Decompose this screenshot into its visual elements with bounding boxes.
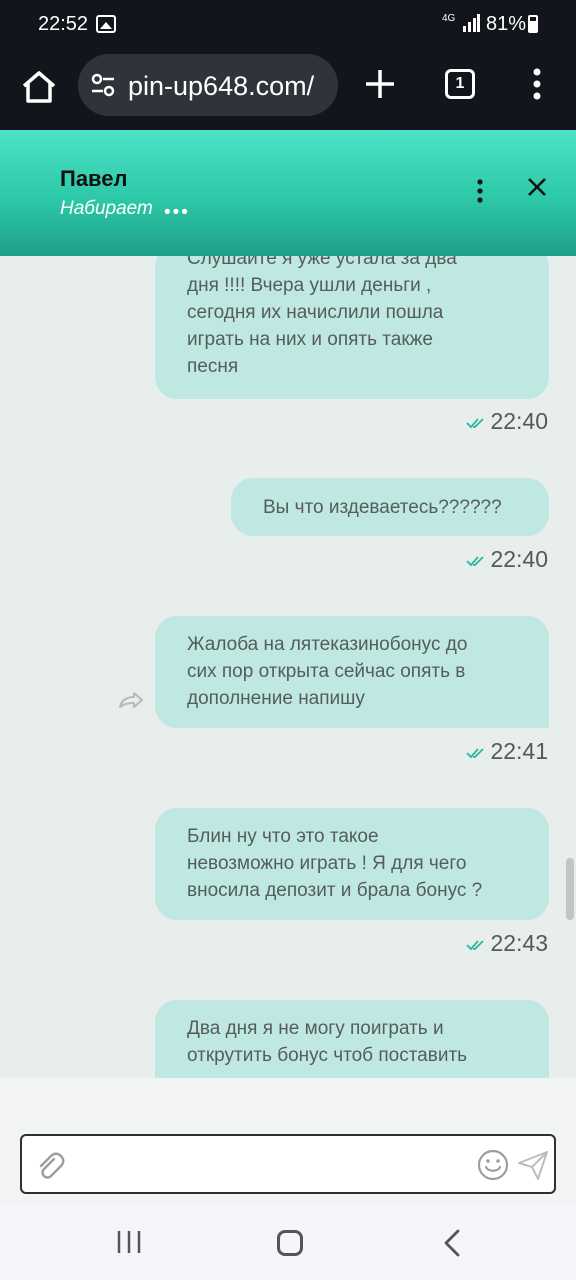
- emoji-icon[interactable]: [476, 1148, 510, 1182]
- message-time-text: 22:41: [490, 738, 548, 764]
- message-bubble[interactable]: Вы что издеваетесь??????: [231, 478, 549, 536]
- message-list[interactable]: Слушайте я уже устала за два дня !!!! Вч…: [0, 256, 576, 1078]
- chat-menu-icon[interactable]: [470, 178, 490, 204]
- typing-dots: •••: [164, 202, 190, 223]
- read-ticks-icon: [466, 748, 485, 759]
- message-composer: [20, 1134, 556, 1194]
- status-time: 22:52: [38, 13, 89, 35]
- chat-header: Павел Набирает •••: [0, 130, 576, 256]
- network-type: 4G: [442, 13, 456, 24]
- tab-switcher-button[interactable]: 1: [445, 69, 475, 99]
- read-ticks-icon: [466, 556, 485, 567]
- message-time: 22:43: [466, 930, 548, 957]
- message-time-text: 22:40: [490, 408, 548, 434]
- typing-status: Набирает: [60, 198, 153, 219]
- message-bubble[interactable]: Два дня я не могу поиграть и открутить б…: [155, 1000, 549, 1078]
- scrollbar-thumb[interactable]: [566, 858, 574, 920]
- system-nav-bar: [0, 1204, 576, 1280]
- contact-name: Павел: [60, 166, 128, 191]
- send-icon[interactable]: [516, 1148, 550, 1182]
- message-input[interactable]: [80, 1146, 460, 1186]
- message-time: 22:41: [466, 738, 548, 765]
- read-ticks-icon: [466, 940, 485, 951]
- signal-icon: [463, 14, 480, 32]
- home-icon[interactable]: [18, 66, 60, 108]
- close-icon[interactable]: [524, 174, 550, 200]
- browser-toolbar: pin-up648.com/ 1: [0, 52, 576, 130]
- address-bar[interactable]: pin-up648.com/: [78, 54, 338, 116]
- message-time: 22:40: [466, 546, 548, 573]
- nav-home-icon[interactable]: [277, 1230, 303, 1256]
- forward-icon[interactable]: [118, 690, 144, 710]
- message-time: 22:40: [466, 408, 548, 435]
- message-bubble[interactable]: Слушайте я уже устала за два дня !!!! Вч…: [155, 256, 549, 399]
- url-text: pin-up648.com/: [128, 71, 315, 101]
- image-notification-icon: [96, 15, 116, 33]
- site-settings-icon[interactable]: [90, 72, 116, 98]
- status-bar: 22:52 4G 81%: [0, 0, 576, 52]
- message-time-text: 22:40: [490, 546, 548, 572]
- attach-icon[interactable]: [34, 1150, 66, 1182]
- read-ticks-icon: [466, 418, 485, 429]
- battery-percent: 81%: [486, 13, 527, 35]
- battery-icon: [528, 15, 538, 33]
- message-bubble[interactable]: Жалоба на лятеказинобонус до сих пор отк…: [155, 616, 549, 728]
- message-bubble[interactable]: Блин ну что это такое невозможно играть …: [155, 808, 549, 920]
- recent-apps-icon[interactable]: [114, 1228, 144, 1256]
- browser-menu-icon[interactable]: [524, 67, 550, 101]
- back-icon[interactable]: [440, 1228, 464, 1258]
- new-tab-icon[interactable]: [362, 66, 398, 102]
- message-time-text: 22:43: [490, 930, 548, 956]
